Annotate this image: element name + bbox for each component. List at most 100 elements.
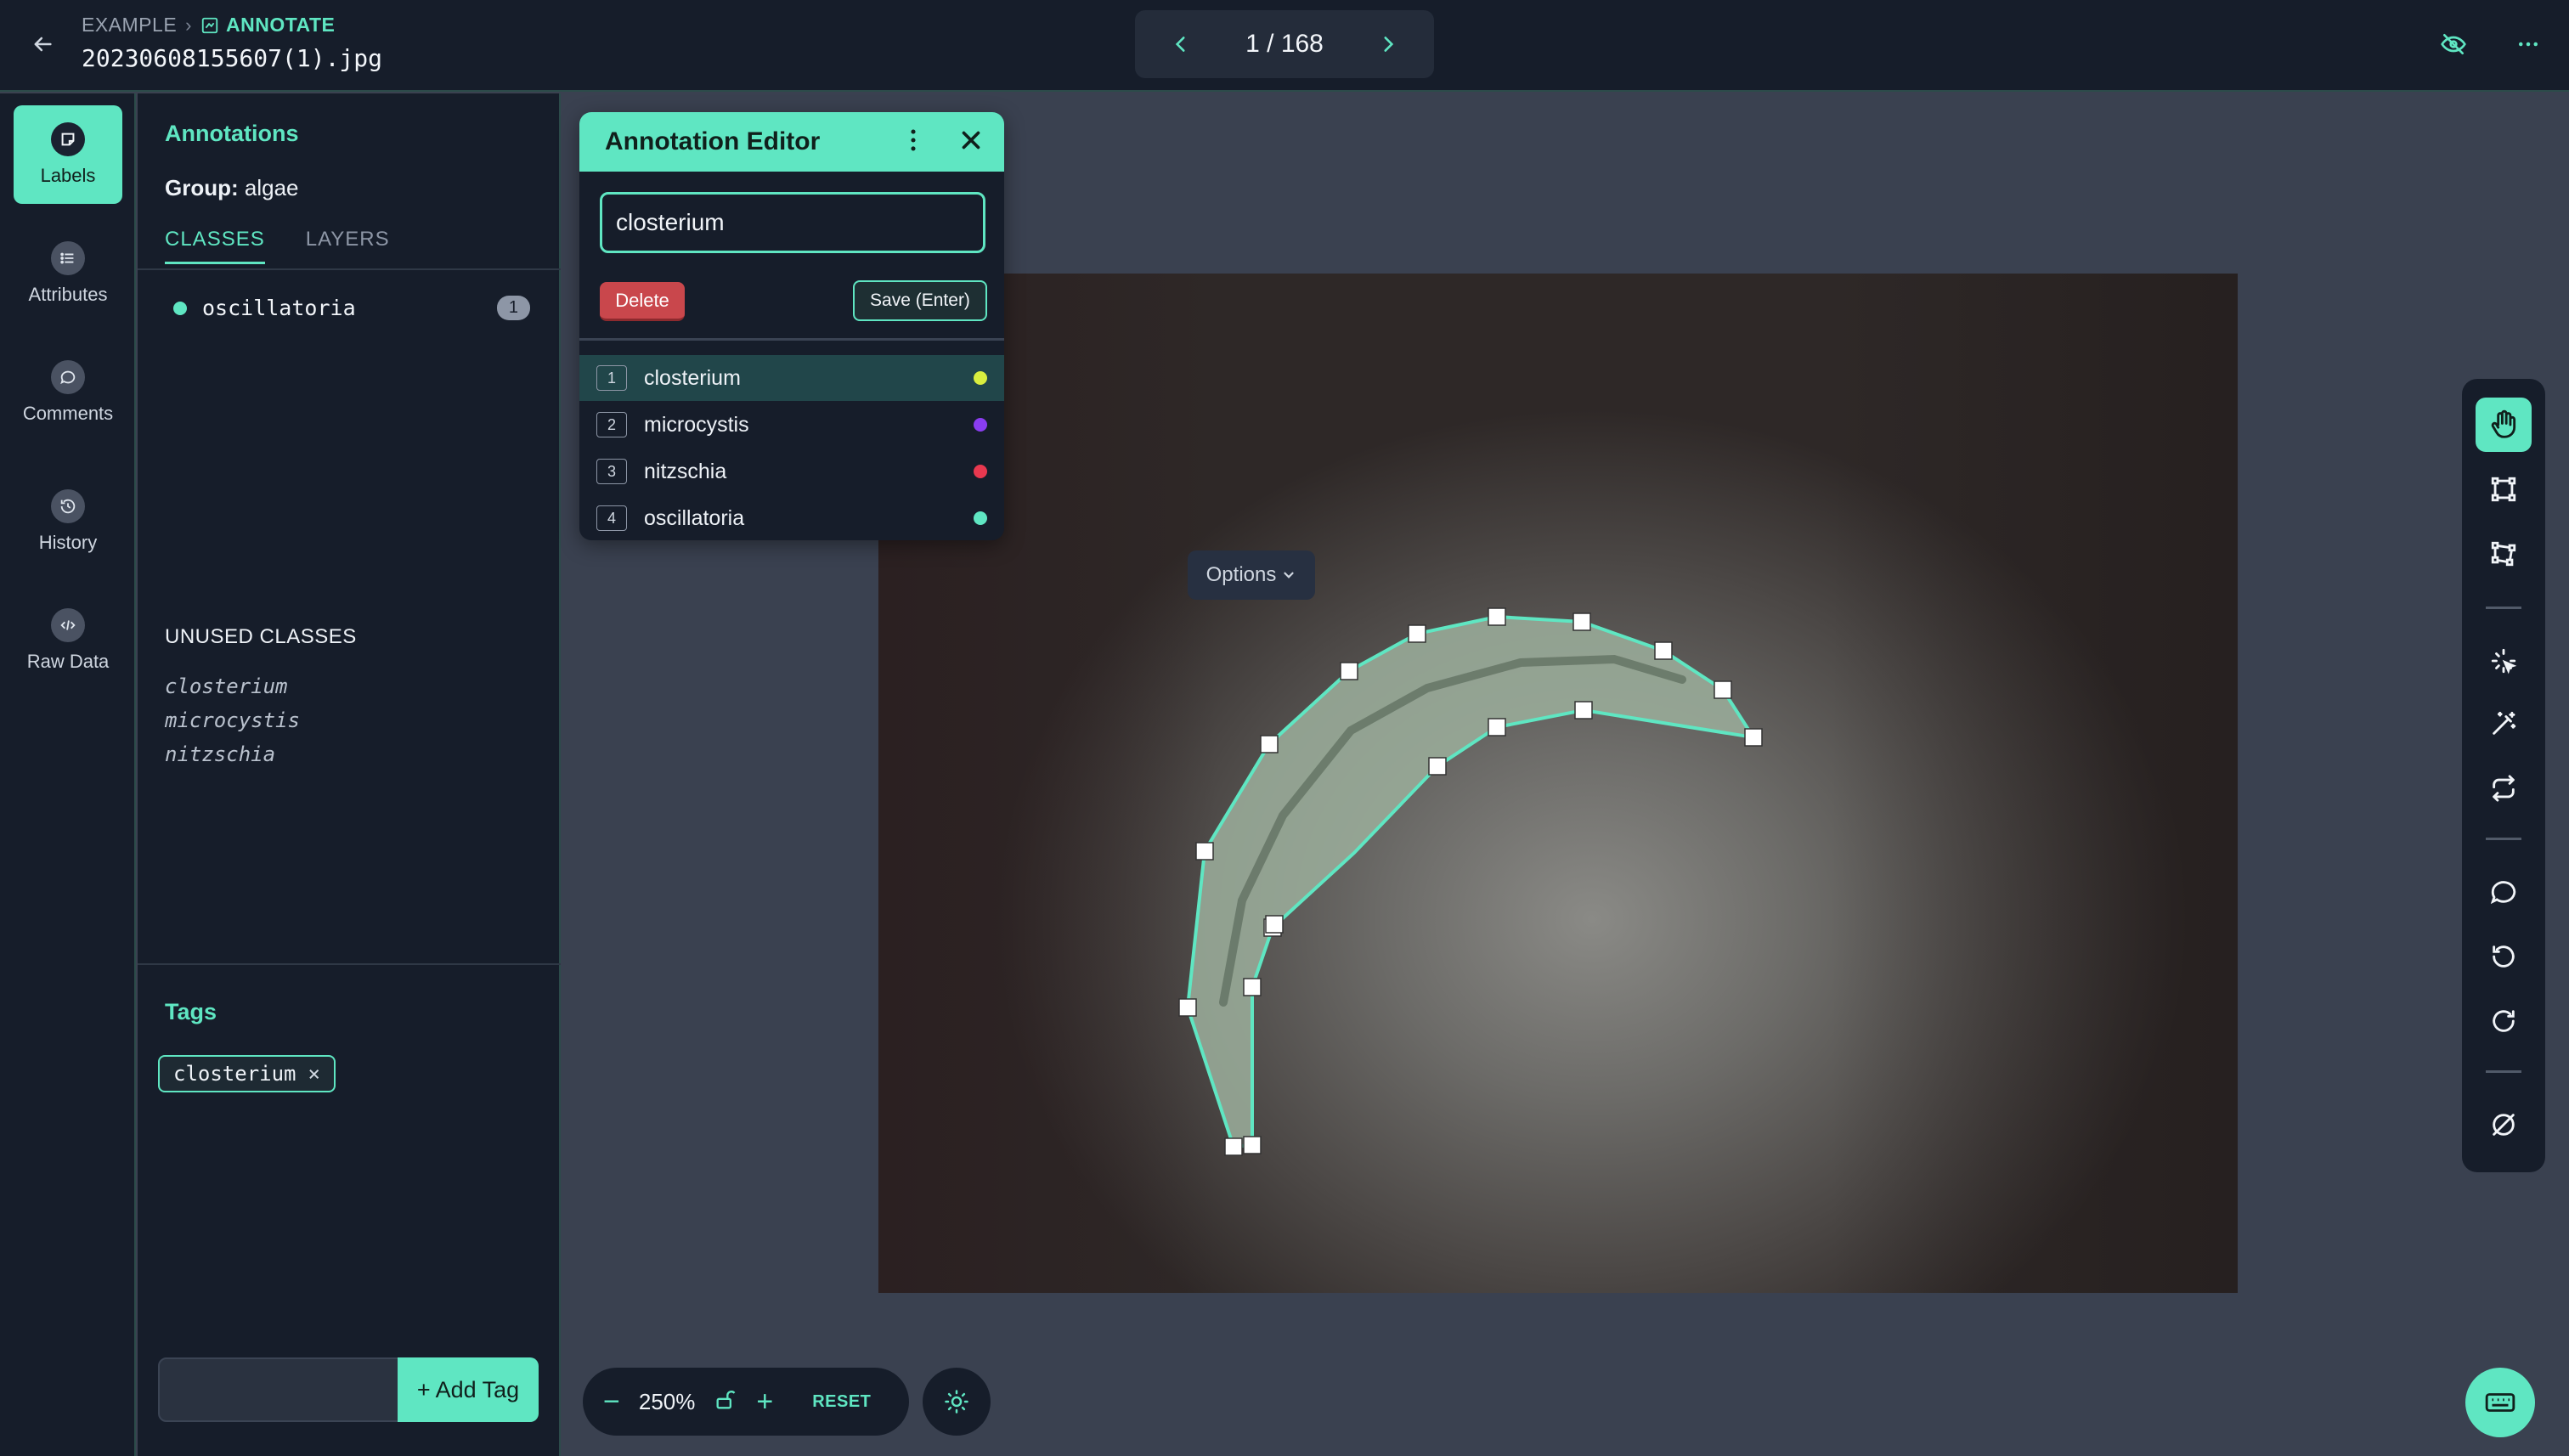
breadcrumb-project[interactable]: EXAMPLE [82,14,177,37]
hide-annotations-button[interactable] [2433,24,2474,65]
annotation-editor: Annotation Editor Delete Save (Enter) 1 … [579,112,1004,540]
chevron-left-icon [1175,37,1185,52]
zoom-out-button[interactable]: − [603,1385,620,1419]
unused-classes-title: UNUSED CLASSES [165,625,357,648]
breadcrumb-annotate: ANNOTATE [200,14,335,37]
group-label: Group: [165,175,239,200]
image-canvas[interactable] [878,274,2238,1293]
unused-classes-list: closterium microcystis nitzschia [165,669,300,771]
options-button[interactable]: Options [1188,550,1315,600]
bounding-box-icon [2491,477,2516,502]
group-value: algae [244,175,299,200]
option-shortcut: 3 [596,459,627,484]
add-tag-button[interactable]: + Add Tag [398,1357,539,1422]
option-label: nitzschia [644,459,727,483]
class-option-nitzschia[interactable]: 3 nitzschia [579,449,1004,494]
zoom-controls: − 250% + RESET [583,1368,909,1436]
tag-input[interactable] [158,1357,401,1422]
rail-item-labels[interactable]: Labels [14,105,122,204]
rail-item-label: History [38,532,98,553]
option-color-dot [974,371,987,385]
class-option-closterium[interactable]: 1 closterium [579,355,1004,401]
breadcrumb-separator-icon: › [185,14,192,36]
comment-icon [2490,881,2516,905]
tab-classes[interactable]: CLASSES [165,228,265,264]
close-icon[interactable] [957,126,985,161]
file-name: 20230608155607(1).jpg [82,44,383,72]
redo-icon [2493,1010,2515,1032]
tab-layers[interactable]: LAYERS [306,228,390,264]
panel-title: Annotations [165,121,299,146]
polygon-icon [2491,541,2516,567]
chevron-down-icon [1284,572,1294,578]
save-button[interactable]: Save (Enter) [853,280,987,321]
zoom-level: 250% [638,1388,696,1414]
tag-label: closterium [173,1062,296,1086]
option-color-dot [974,418,987,432]
class-option-microcystis[interactable]: 2 microcystis [579,402,1004,448]
rail-item-label: Attributes [28,284,108,305]
class-color-dot [173,301,187,315]
toolbar-divider [2486,1070,2521,1073]
breadcrumb: EXAMPLE › ANNOTATE [82,14,335,37]
tool-palette [2462,379,2545,1172]
comment-tool[interactable] [2476,865,2532,919]
delete-button[interactable]: Delete [600,282,685,321]
back-arrow-icon[interactable] [24,25,61,63]
tabs-divider [138,268,561,270]
magic-wand-tool[interactable] [2476,697,2532,751]
editor-more-icon[interactable] [899,126,928,161]
undo-button[interactable] [2476,929,2532,984]
history-icon [51,489,85,523]
option-shortcut: 4 [596,505,627,531]
unused-class-item: closterium [165,674,288,698]
polygon-tool[interactable] [2476,527,2532,581]
option-label: oscillatoria [644,505,745,530]
bounding-box-tool[interactable] [2476,462,2532,516]
chevron-right-icon [1384,37,1394,52]
label-icon [51,122,85,156]
code-icon [51,608,85,642]
pan-tool[interactable] [2476,398,2532,452]
magic-select-tool[interactable] [2476,634,2532,688]
magic-wand-icon [2493,711,2516,735]
panel-tabs: CLASSES LAYERS [165,228,390,264]
zoom-in-button[interactable]: + [756,1385,773,1419]
more-horizontal-icon [2519,42,2538,47]
rail-item-attributes[interactable]: Attributes [14,224,122,323]
top-bar: EXAMPLE › ANNOTATE 20230608155607(1).jpg… [0,0,2569,92]
previous-image-button[interactable] [1160,24,1201,65]
tags-title: Tags [165,999,217,1024]
options-label: Options [1205,563,1277,586]
brightness-button[interactable] [923,1368,991,1436]
rail-item-history[interactable]: History [14,472,122,571]
option-shortcut: 2 [596,412,627,437]
editor-title: Annotation Editor [605,127,821,155]
rail-item-raw-data[interactable]: Raw Data [14,591,122,690]
clear-tool[interactable] [2476,1098,2532,1152]
comment-icon [51,360,85,394]
redo-button[interactable] [2476,994,2532,1048]
more-menu-button[interactable] [2508,24,2549,65]
group-indicator: Group: algae [165,175,299,201]
editor-divider [579,338,1004,341]
sparkle-select-icon [2491,648,2517,674]
rail-item-label: Raw Data [26,651,110,672]
convert-tool[interactable] [2476,761,2532,815]
repeat-icon [2493,775,2515,802]
option-shortcut: 1 [596,365,627,391]
keyboard-shortcuts-button[interactable] [2465,1368,2535,1437]
rail-item-comments[interactable]: Comments [14,343,122,442]
top-right-actions [2433,24,2549,65]
toolbar-divider [2486,607,2521,609]
class-option-oscillatoria[interactable]: 4 oscillatoria [579,495,1004,540]
option-label: closterium [644,365,741,390]
reset-zoom-button[interactable]: RESET [812,1392,871,1412]
remove-tag-icon[interactable]: × [308,1062,320,1086]
class-search-input[interactable] [600,192,985,253]
class-row-oscillatoria[interactable]: oscillatoria 1 [173,296,530,320]
next-image-button[interactable] [1368,24,1409,65]
lock-icon[interactable] [714,1388,737,1416]
editor-header: Annotation Editor [579,112,1004,172]
rail-item-label: Labels [40,165,96,186]
